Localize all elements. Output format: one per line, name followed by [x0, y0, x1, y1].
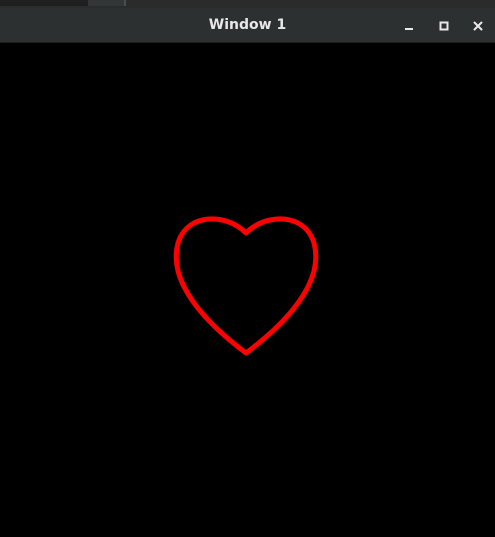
minimize-icon — [405, 28, 413, 30]
maximize-button[interactable] — [433, 15, 455, 37]
top-strip-segment — [0, 0, 88, 6]
close-button[interactable] — [467, 15, 489, 37]
close-icon — [473, 21, 483, 31]
drawing-canvas[interactable] — [0, 43, 495, 537]
canvas-drawing — [173, 216, 319, 356]
desktop-top-strip — [0, 0, 495, 8]
heart-shape — [173, 216, 319, 356]
minimize-button[interactable] — [398, 15, 420, 37]
window-title: Window 1 — [208, 17, 287, 33]
app-window: Window 1 — [0, 0, 495, 537]
maximize-icon — [439, 21, 449, 31]
top-strip-segment — [88, 0, 124, 6]
top-strip-segment — [124, 0, 126, 6]
window-titlebar[interactable]: Window 1 — [0, 8, 495, 43]
